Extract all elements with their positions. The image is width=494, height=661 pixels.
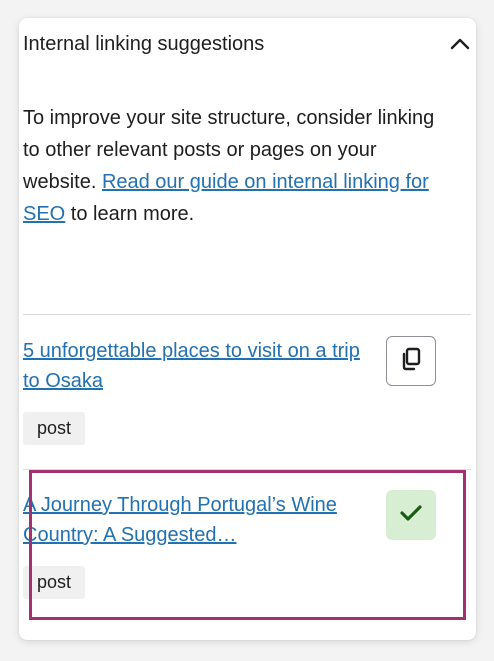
intro-text-after: to learn more. (65, 203, 195, 225)
panel-title: Internal linking suggestions (23, 32, 265, 55)
suggestion-item-selected: A Journey Through Portugal’s Wine Countr… (23, 490, 436, 599)
post-type-badge: post (23, 566, 86, 599)
check-icon (400, 504, 422, 527)
divider (23, 314, 471, 315)
divider (23, 469, 471, 470)
suggestion-item: 5 unforgettable places to visit on a tri… (23, 336, 436, 445)
copy-link-icon (400, 347, 422, 376)
panel-header[interactable]: Internal linking suggestions (23, 29, 474, 59)
copy-link-button[interactable] (386, 336, 436, 386)
suggestion-link[interactable]: 5 unforgettable places to visit on a tri… (23, 336, 379, 396)
intro-text: To improve your site structure, consider… (23, 102, 435, 230)
link-added-button[interactable] (386, 490, 436, 540)
post-type-badge: post (23, 412, 86, 445)
chevron-up-icon[interactable] (446, 30, 474, 58)
suggestion-link[interactable]: A Journey Through Portugal’s Wine Countr… (23, 490, 379, 550)
